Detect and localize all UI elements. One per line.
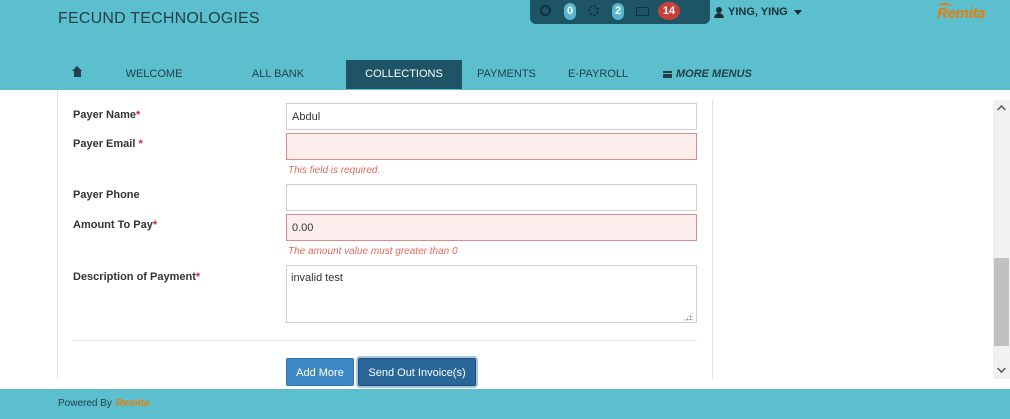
description-label: Description of Payment* <box>73 271 201 283</box>
amount-error: The amount value must greater than 0 <box>288 246 458 257</box>
payer-email-error: This field is required. <box>288 165 381 176</box>
user-icon <box>714 6 724 18</box>
nav-home[interactable] <box>58 60 98 89</box>
description-textarea[interactable]: invalid test <box>286 265 697 323</box>
nav-all-bank-balances[interactable]: ALL BANK BALANCES <box>210 60 346 109</box>
footer-remita-logo: Remita <box>115 398 150 409</box>
amount-label: Amount To Pay* <box>73 219 158 231</box>
payer-phone-label: Payer Phone <box>73 189 140 201</box>
payer-name-label: Payer Name* <box>73 109 141 121</box>
form-divider <box>73 340 697 341</box>
task-count-badge[interactable]: 2 <box>612 3 624 20</box>
main-nav: WELCOME ALL BANK BALANCES COLLECTIONS PA… <box>58 60 767 109</box>
caret-down-icon <box>793 9 802 15</box>
scroll-thumb[interactable] <box>994 258 1009 346</box>
remita-logo: Remita <box>937 3 986 22</box>
amount-input[interactable] <box>286 214 697 241</box>
invoice-form-panel: Payer Name* Payer Email * This field is … <box>0 90 1010 389</box>
user-menu[interactable]: YING, YING <box>714 6 802 18</box>
payer-email-label: Payer Email * <box>73 138 143 150</box>
user-name: YING, YING <box>728 6 788 18</box>
nav-payments[interactable]: PAYMENTS <box>462 60 548 89</box>
send-invoice-button[interactable]: Send Out Invoice(s) <box>358 358 476 386</box>
nav-welcome[interactable]: WELCOME <box>98 60 210 89</box>
vertical-scrollbar[interactable] <box>993 100 1010 379</box>
notification-bar: 0 2 14 <box>530 0 710 24</box>
payer-email-input[interactable] <box>286 133 697 160</box>
alert-count-badge[interactable]: 0 <box>564 3 576 20</box>
gear-icon[interactable] <box>588 5 599 16</box>
alert-circle-icon[interactable] <box>540 5 551 16</box>
add-more-button[interactable]: Add More <box>286 358 354 386</box>
nav-e-payroll[interactable]: E-PAYROLL <box>548 60 648 89</box>
scroll-up-icon[interactable] <box>997 105 1006 114</box>
powered-by: Powered By Remita <box>58 398 150 409</box>
mail-icon[interactable] <box>636 7 649 16</box>
panel-left-border <box>57 90 58 379</box>
nav-collections[interactable]: COLLECTIONS <box>346 60 462 89</box>
brand-title: FECUND TECHNOLOGIES <box>58 10 260 27</box>
app-footer: Powered By Remita <box>0 389 1010 419</box>
home-icon <box>72 66 83 79</box>
nav-more-menus[interactable]: MORE MENUS <box>648 60 767 89</box>
payer-phone-input[interactable] <box>286 184 697 211</box>
panel-right-border <box>712 100 713 379</box>
mail-count-badge[interactable]: 14 <box>658 2 680 20</box>
payer-name-input[interactable] <box>286 103 697 130</box>
app-header: FECUND TECHNOLOGIES 0 2 14 YING, YING Re… <box>0 0 1010 109</box>
scroll-down-icon[interactable] <box>997 364 1006 373</box>
menu-icon <box>663 71 672 78</box>
